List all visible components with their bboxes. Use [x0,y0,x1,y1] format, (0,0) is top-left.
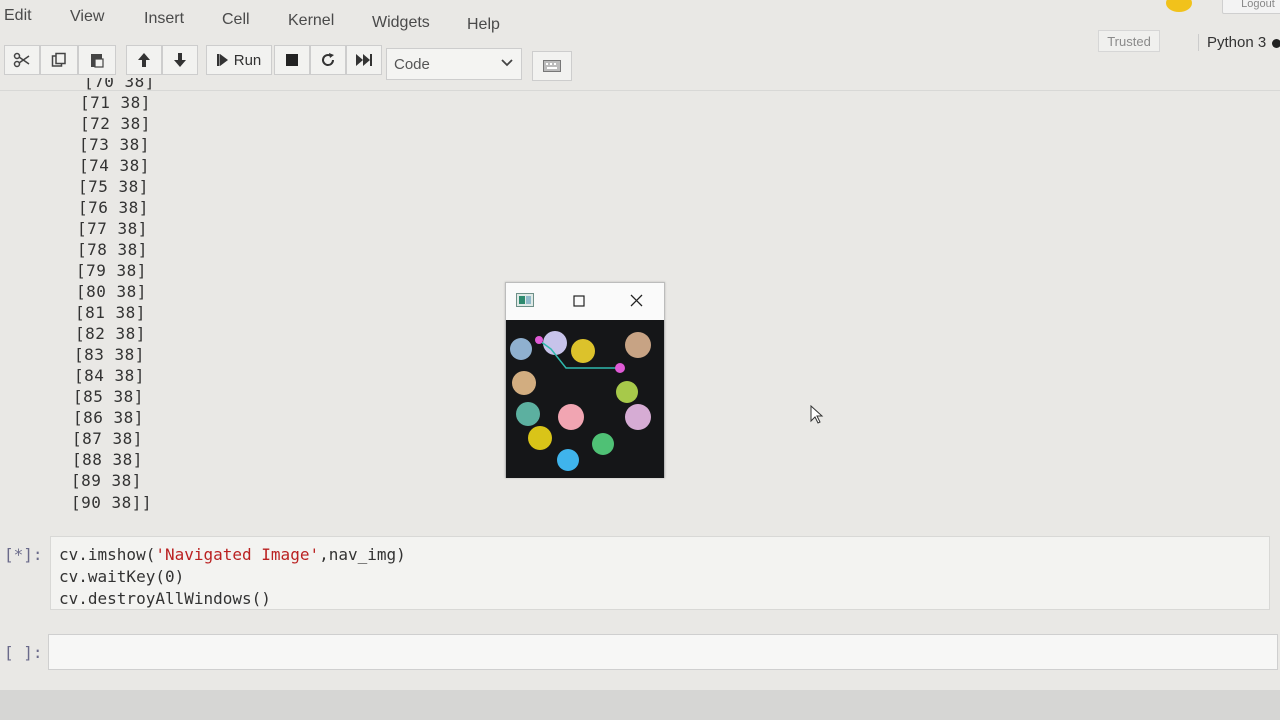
menu-help[interactable]: Help [467,16,500,34]
output-line: [90 38]] [71,493,153,512]
user-avatar [1166,0,1192,12]
circle-6 [616,381,638,403]
empty-code-cell[interactable] [48,634,1278,670]
circle-1 [510,338,532,360]
step-forward-icon [216,54,228,66]
output-line: [76 38] [78,198,149,217]
page-footer [0,690,1280,720]
output-line: [88 38] [72,450,143,469]
code-line-1: cv.imshow('Navigated Image',nav_img) [59,545,406,564]
output-line: [81 38] [75,303,146,322]
interrupt-button[interactable] [274,45,310,75]
circle-10 [528,426,552,450]
menu-kernel[interactable]: Kernel [288,12,334,30]
fast-forward-icon [356,54,372,66]
output-line: [86 38] [73,408,144,427]
menu-widgets[interactable]: Widgets [372,14,430,32]
run-all-button[interactable] [346,45,382,75]
output-line: [82 38] [75,324,146,343]
circle-11 [592,433,614,455]
image-window[interactable] [505,282,665,478]
empty-cell-prompt: [ ]: [4,643,43,662]
move-up-button[interactable] [126,45,162,75]
keyboard-icon [543,60,561,72]
move-down-button[interactable] [162,45,198,75]
output-line: [83 38] [74,345,145,364]
output-line: [77 38] [77,219,148,238]
output-line: [80 38] [76,282,147,301]
code-string: 'Navigated Image' [155,545,320,564]
circle-7 [516,402,540,426]
menu-view[interactable]: View [70,8,104,26]
start-marker [535,336,543,344]
output-line: [73 38] [79,135,150,154]
mouse-cursor-icon [810,405,824,424]
circle-12 [557,449,579,471]
chevron-down-icon [501,59,513,67]
close-icon[interactable] [630,294,643,307]
clipboard-icon [91,54,104,68]
arrow-up-icon [138,53,150,67]
code-line-3: cv.destroyAllWindows() [59,589,271,608]
menu-edit[interactable]: Edit [4,7,32,25]
output-line: [79 38] [76,261,147,280]
paste-button[interactable] [78,45,116,75]
menu-cell[interactable]: Cell [222,11,250,29]
code-token: ,nav_img) [319,545,406,564]
output-line: [85 38] [73,387,144,406]
navigated-image [506,320,664,478]
output-line: [72 38] [80,114,151,133]
copy-icon [51,52,66,67]
circle-8 [558,404,584,430]
kernel-status-indicator [1272,39,1280,48]
circle-9 [625,404,651,430]
run-button[interactable]: Run [206,45,272,75]
code-line-2: cv.waitKey(0) [59,567,185,586]
cut-button[interactable] [4,45,40,75]
trusted-badge[interactable]: Trusted [1098,30,1160,52]
code-cell[interactable]: cv.imshow('Navigated Image',nav_img) cv.… [50,536,1270,610]
menu-insert[interactable]: Insert [144,10,184,28]
end-marker [615,363,625,373]
menu-bar: Edit View Insert Cell Kernel Widgets Hel… [0,0,1280,40]
circle-2 [543,331,567,355]
refresh-icon [322,53,335,66]
arrow-down-icon [174,53,186,67]
circle-4 [625,332,651,358]
output-line: [87 38] [72,429,143,448]
output-line: [71 38] [80,93,151,112]
stop-icon [286,54,298,66]
circle-5 [512,371,536,395]
copy-button[interactable] [40,45,78,75]
output-line: [70 38] [84,78,155,91]
image-window-titlebar[interactable] [506,283,664,319]
run-label: Run [233,51,262,69]
code-token: cv.imshow( [59,545,156,564]
restart-button[interactable] [310,45,346,75]
app-icon [516,293,534,307]
circle-3 [571,339,595,363]
output-line: [74 38] [79,156,150,175]
output-line: [75 38] [78,177,149,196]
maximize-icon[interactable] [573,295,585,307]
output-line: [84 38] [74,366,145,385]
scissors-icon [13,52,30,68]
command-palette-button[interactable] [532,51,572,81]
output-line: [89 38] [71,471,142,490]
logout-button[interactable]: Logout [1222,0,1280,14]
cell-type-value: Code [394,56,430,73]
kernel-name: Python 3 [1198,34,1266,51]
cell-prompt: [*]: [4,545,43,564]
output-line: [78 38] [77,240,148,259]
cell-type-select[interactable]: Code [386,48,522,80]
